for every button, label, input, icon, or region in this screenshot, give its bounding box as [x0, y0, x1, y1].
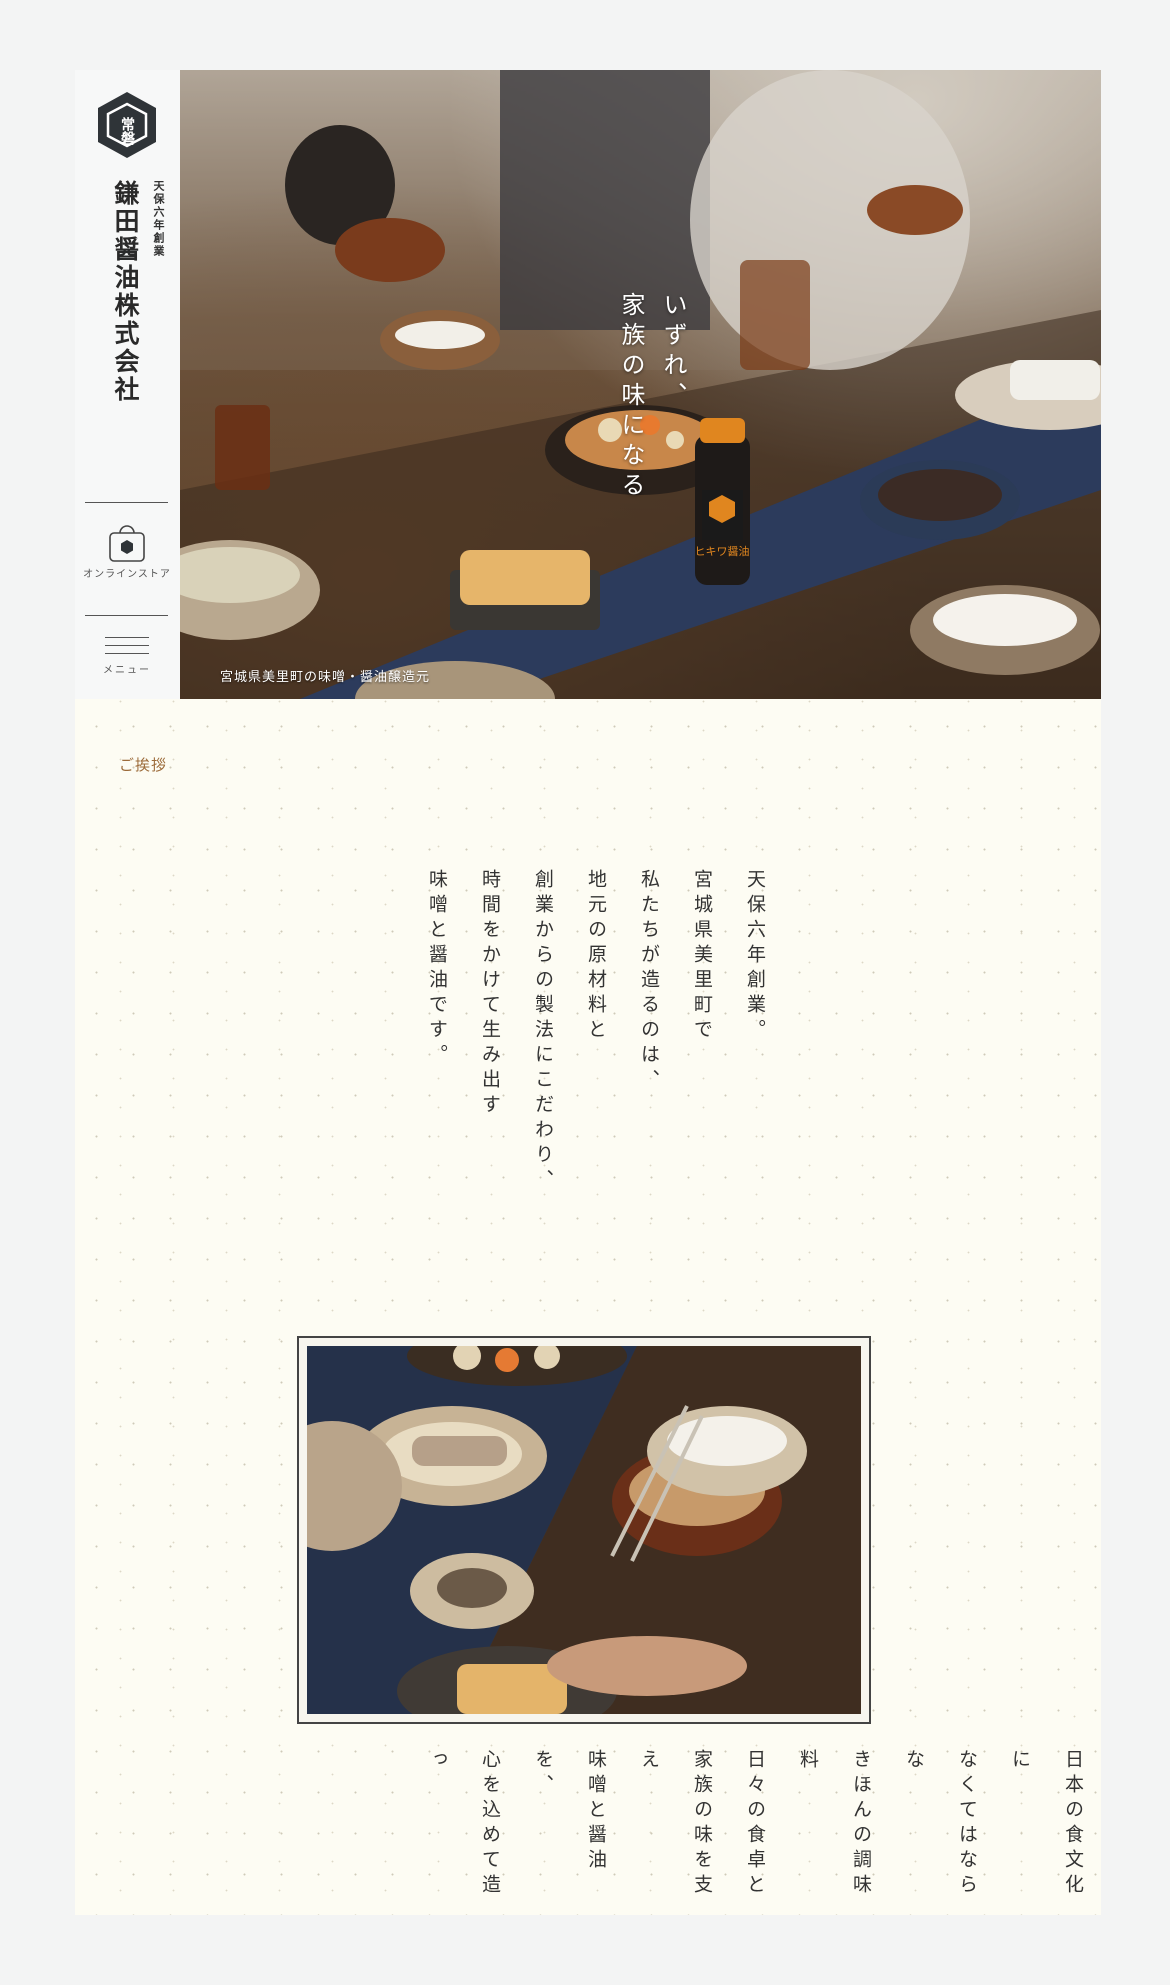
greeting-line: 時間をかけて生み出す	[479, 869, 501, 1119]
menu-label: メニュー	[103, 665, 151, 676]
svg-text:常磐: 常磐	[119, 116, 136, 145]
greeting-line: 日々の食卓と	[744, 1749, 766, 1899]
hamburger-icon	[105, 637, 149, 654]
hero-tagline-line-1: いずれ、	[659, 292, 687, 412]
greeting-line: 宮城県美里町で	[691, 869, 713, 1044]
greeting-line: 家族の味を支え	[638, 1749, 713, 1899]
shopping-bag-icon	[109, 525, 145, 562]
hero-image: ヒキワ醤油 いずれ、 家族の味になる 宮城県美里町の味噌・醤油醸造元	[180, 70, 1101, 699]
greeting-line: 味噌と醤油を、	[532, 1749, 607, 1874]
greeting-line: 日本の食文化に	[1009, 1749, 1084, 1899]
page-frame: 常磐 鎌田醤油株式会社 天保六年創業 オンラインストア メニュー ヒキワ醤油 い…	[75, 70, 1101, 1915]
greeting-line: 味噌と醤油です。	[426, 869, 448, 1069]
sidebar: 常磐 鎌田醤油株式会社 天保六年創業 オンラインストア メニュー	[75, 70, 181, 699]
sidebar-divider-bottom	[85, 615, 168, 616]
hero-tagline-line-2: 家族の味になる	[617, 292, 645, 502]
greeting-paragraph-2: 日本の食文化に なくてはならな きほんの調味料 日々の食卓と 家族の味を支え 味…	[410, 1749, 1099, 1915]
meal-photo-frame	[297, 1336, 871, 1724]
svg-text:ヒキワ醤油: ヒキワ醤油	[695, 544, 750, 558]
greeting-section: ご挨拶 天保六年創業。 宮城県美里町で 私たちが造るのは、 地元の原材料と 創業…	[75, 699, 1101, 1915]
brand-founded: 天保六年創業	[152, 180, 165, 258]
hero-caption: 宮城県美里町の味噌・醤油醸造元	[220, 670, 431, 685]
menu-button[interactable]: メニュー	[83, 630, 171, 690]
greeting-line: 天保六年創業。	[744, 869, 766, 1044]
online-store-button[interactable]: オンラインストア	[83, 520, 171, 600]
greeting-line: 創業からの製法にこだわり、	[532, 869, 554, 1194]
greeting-line: きほんの調味料	[797, 1749, 872, 1899]
greeting-line: 地元の原材料と	[585, 869, 607, 1044]
meal-photo	[307, 1346, 861, 1714]
sidebar-divider-top	[85, 502, 168, 503]
brand-logo-icon[interactable]: 常磐	[92, 90, 162, 160]
meal-photo-illustration	[307, 1346, 861, 1714]
greeting-line: 心を込めて造っ	[426, 1749, 501, 1899]
section-label-greeting: ご挨拶	[119, 756, 168, 774]
greeting-paragraph-1: 天保六年創業。 宮城県美里町で 私たちが造るのは、 地元の原材料と 創業からの製…	[410, 869, 781, 1194]
online-store-label: オンラインストア	[83, 569, 171, 580]
greeting-line: 私たちが造るのは、	[638, 869, 660, 1094]
greeting-line: なくてはならな	[903, 1749, 978, 1899]
brand-name[interactable]: 鎌田醤油株式会社	[107, 180, 143, 404]
hero-tagline: いずれ、 家族の味になる	[610, 292, 694, 502]
